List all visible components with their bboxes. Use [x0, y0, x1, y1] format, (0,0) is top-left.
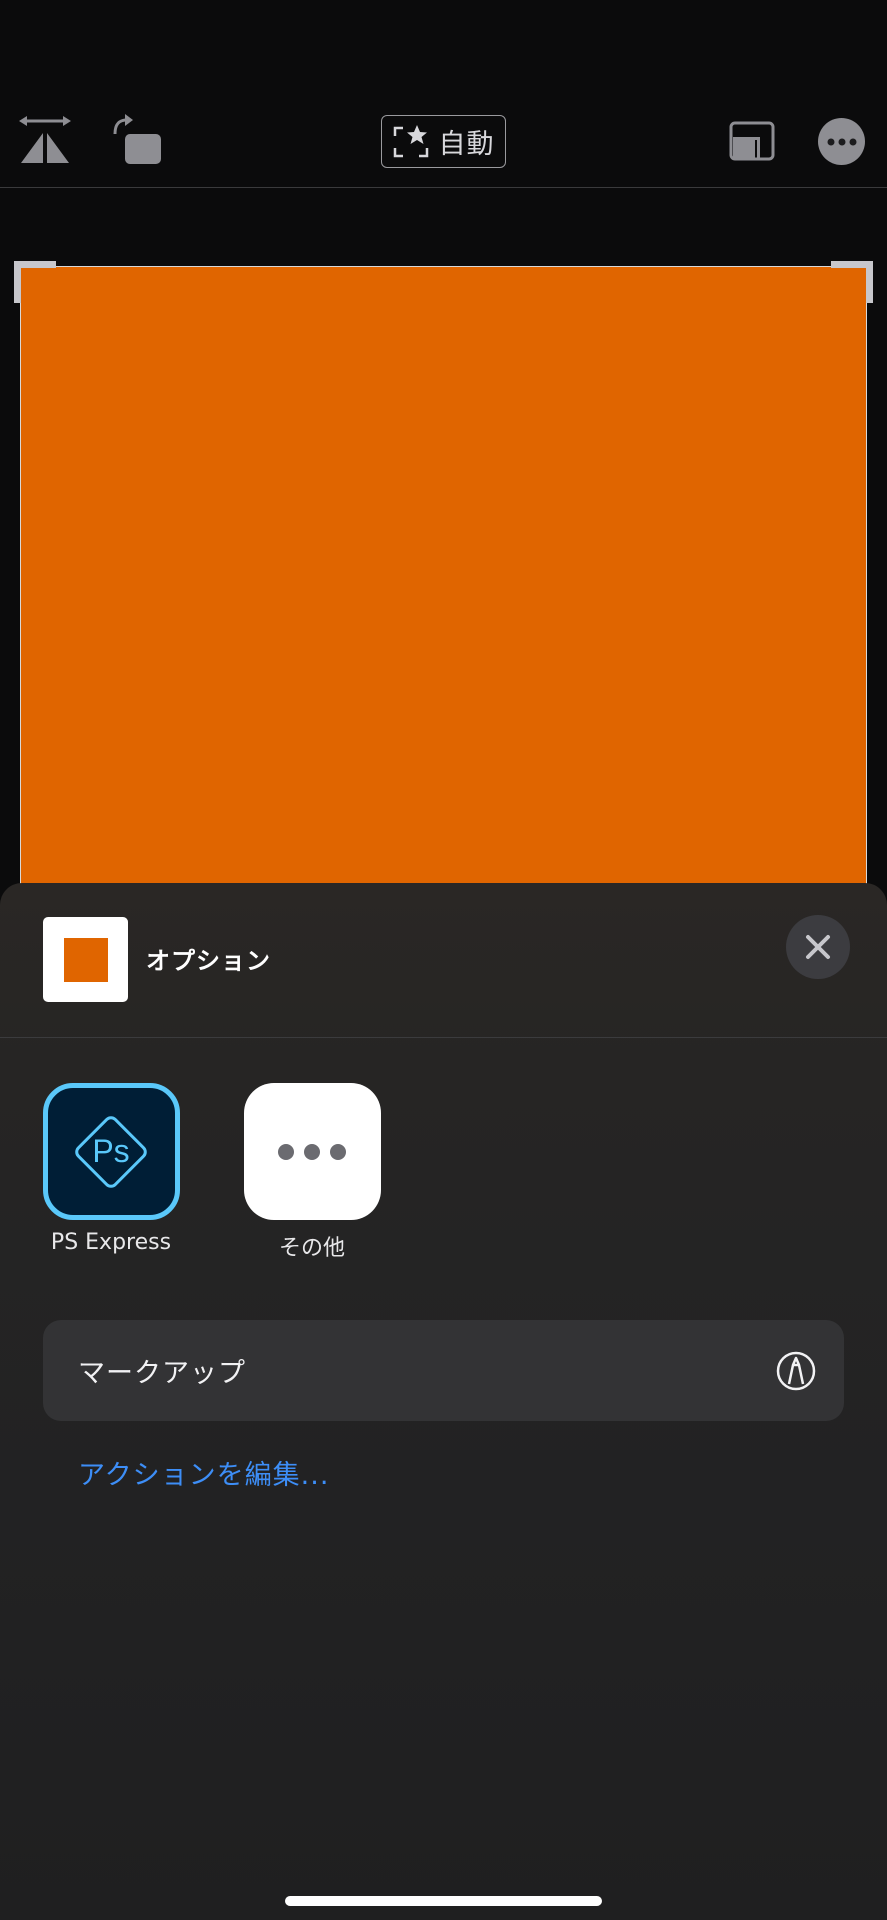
auto-crop-button[interactable]: 自動 [381, 115, 506, 168]
photo-crop-screen: 自動 オプション Ps PS Express その他 マークアップ アクションを… [0, 0, 887, 1920]
flip-horizontal-button[interactable] [14, 110, 76, 170]
app-label: その他 [278, 1236, 345, 1261]
close-button[interactable] [786, 915, 850, 979]
crop-handle-top-right[interactable] [831, 261, 873, 303]
share-sheet-header: オプション [0, 883, 887, 1037]
home-indicator[interactable] [285, 1896, 602, 1906]
crop-handle-top-left[interactable] [14, 261, 56, 303]
ellipsis-icon [827, 138, 856, 145]
share-sheet: オプション Ps PS Express その他 マークアップ アクションを編集.… [0, 883, 887, 1920]
more-apps-icon [243, 1083, 381, 1220]
rotate-icon [113, 114, 161, 164]
app-label: PS Express [50, 1230, 172, 1255]
auto-crop-star-icon [393, 124, 428, 157]
rotate-button[interactable] [104, 110, 166, 170]
edit-actions-link[interactable]: アクションを編集... [78, 1453, 329, 1492]
preview-thumbnail [43, 917, 128, 1002]
svg-text:Ps: Ps [92, 1133, 129, 1169]
markup-pen-icon [776, 1351, 816, 1390]
thumbnail-image [63, 937, 108, 982]
crop-toolbar: 自動 [0, 0, 887, 188]
dot [278, 1143, 294, 1160]
action-markup[interactable]: マークアップ [43, 1320, 844, 1421]
options-title[interactable]: オプション [146, 941, 271, 976]
ps-express-icon: Ps [42, 1083, 180, 1220]
sheet-divider [0, 1037, 887, 1038]
auto-crop-label: 自動 [438, 129, 495, 160]
dot [330, 1143, 346, 1160]
app-more[interactable]: その他 [227, 1083, 397, 1262]
close-icon [806, 935, 830, 959]
crop-image[interactable] [20, 266, 867, 966]
app-ps-express[interactable]: Ps PS Express [26, 1083, 196, 1255]
more-options-button[interactable] [818, 118, 865, 165]
aspect-ratio-icon [729, 121, 775, 161]
dot [304, 1143, 320, 1160]
share-app-row: Ps PS Express その他 [0, 1083, 887, 1263]
action-markup-label: マークアップ [78, 1358, 246, 1389]
crop-canvas[interactable] [0, 188, 887, 966]
flip-horizontal-icon [19, 116, 71, 163]
aspect-ratio-button[interactable] [728, 120, 776, 162]
